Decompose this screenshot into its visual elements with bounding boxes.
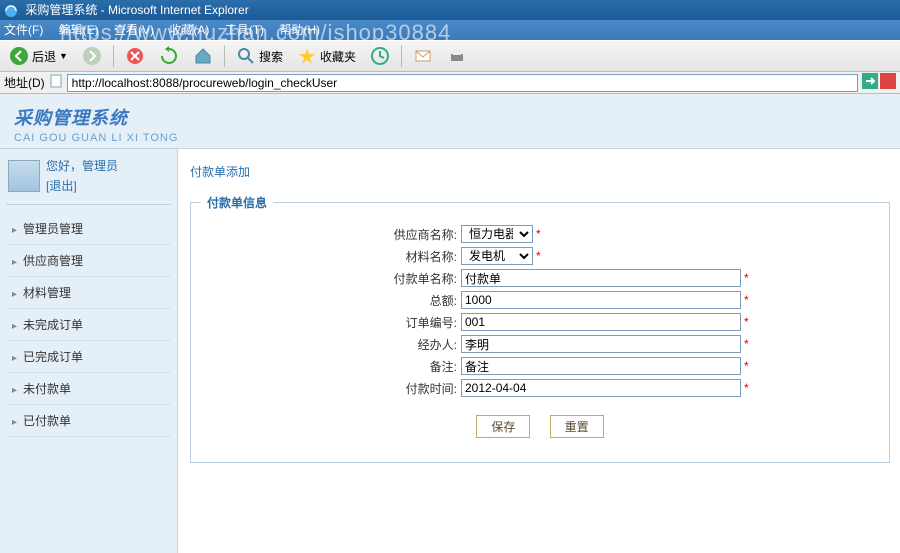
remark-label: 备注:: [201, 358, 461, 375]
reset-button[interactable]: 重置: [550, 415, 604, 438]
required-star: *: [536, 249, 541, 263]
sidebar-item-pending-orders[interactable]: 未完成订单: [6, 309, 171, 341]
address-input[interactable]: [67, 74, 858, 92]
chevron-down-icon: ▼: [59, 51, 68, 61]
menu-favorites[interactable]: 收藏(A): [169, 23, 209, 37]
sidebar-item-unpaid[interactable]: 未付款单: [6, 373, 171, 405]
toolbar: 后退 ▼ 搜索 收藏夹: [0, 40, 900, 72]
print-button[interactable]: [442, 43, 472, 69]
logout-link[interactable]: [退出]: [46, 177, 118, 194]
sidebar-item-done-orders[interactable]: 已完成订单: [6, 341, 171, 373]
supplier-select[interactable]: 恒力电器: [461, 225, 533, 243]
app-title-en: CAI GOU GUAN LI XI TONG: [14, 132, 886, 144]
search-button[interactable]: 搜索: [231, 43, 288, 69]
required-star: *: [744, 293, 749, 307]
required-star: *: [744, 337, 749, 351]
sidebar: 您好，管理员 [退出] 管理员管理 供应商管理 材料管理 未完成订单 已完成订单…: [0, 149, 178, 553]
menu-help[interactable]: 帮助(H): [279, 23, 320, 37]
paytime-input[interactable]: [461, 379, 741, 397]
separator: [401, 45, 402, 67]
handler-label: 经办人:: [201, 336, 461, 353]
refresh-button[interactable]: [154, 43, 184, 69]
page: 采购管理系统 CAI GOU GUAN LI XI TONG 您好，管理员 [退…: [0, 94, 900, 553]
mail-button[interactable]: [408, 43, 438, 69]
back-button[interactable]: 后退 ▼: [4, 43, 73, 69]
home-icon: [193, 46, 213, 66]
form-fieldset: 付款单信息 供应商名称: 恒力电器 * 材料名称: 发电机 * 付款单名称: *: [190, 194, 890, 463]
material-label: 材料名称:: [201, 248, 461, 265]
app-header: 采购管理系统 CAI GOU GUAN LI XI TONG: [0, 94, 900, 149]
star-icon: [297, 46, 317, 66]
billname-input[interactable]: [461, 269, 741, 287]
required-star: *: [744, 381, 749, 395]
search-icon: [236, 46, 256, 66]
back-label: 后退: [32, 48, 56, 65]
window-titlebar: 采购管理系统 - Microsoft Internet Explorer: [0, 0, 900, 20]
app-title-zh: 采购管理系统: [14, 104, 886, 130]
history-icon: [370, 46, 390, 66]
content: 付款单添加 付款单信息 供应商名称: 恒力电器 * 材料名称: 发电机 * 付款…: [178, 149, 900, 553]
avatar: [8, 160, 40, 192]
refresh-icon: [159, 46, 179, 66]
supplier-label: 供应商名称:: [201, 226, 461, 243]
forward-button[interactable]: [77, 43, 107, 69]
favorites-button[interactable]: 收藏夹: [292, 43, 361, 69]
sidebar-item-material[interactable]: 材料管理: [6, 277, 171, 309]
sidebar-item-supplier[interactable]: 供应商管理: [6, 245, 171, 277]
sidebar-item-admin[interactable]: 管理员管理: [6, 213, 171, 245]
form-legend: 付款单信息: [201, 194, 273, 211]
menu-view[interactable]: 查看(V): [114, 23, 154, 37]
favorites-label: 收藏夹: [320, 48, 356, 65]
paytime-label: 付款时间:: [201, 380, 461, 397]
mail-icon: [413, 46, 433, 66]
required-star: *: [744, 271, 749, 285]
address-label: 地址(D): [4, 74, 45, 91]
home-button[interactable]: [188, 43, 218, 69]
separator: [113, 45, 114, 67]
forward-arrow-icon: [82, 46, 102, 66]
required-star: *: [744, 359, 749, 373]
menu-tools[interactable]: 工具(T): [225, 23, 264, 37]
window-title: 采购管理系统 - Microsoft Internet Explorer: [25, 3, 248, 17]
links-icon[interactable]: [880, 73, 896, 92]
menu-edit[interactable]: 编辑(E): [59, 23, 99, 37]
user-greeting: 您好，管理员: [46, 157, 118, 174]
billname-label: 付款单名称:: [201, 270, 461, 287]
sidebar-item-paid[interactable]: 已付款单: [6, 405, 171, 437]
orderno-label: 订单编号:: [201, 314, 461, 331]
go-button[interactable]: [862, 73, 878, 92]
menubar: 文件(F) 编辑(E) 查看(V) 收藏(A) 工具(T) 帮助(H): [0, 20, 900, 40]
search-label: 搜索: [259, 48, 283, 65]
total-input[interactable]: [461, 291, 741, 309]
print-icon: [447, 46, 467, 66]
breadcrumb: 付款单添加: [190, 163, 890, 180]
required-star: *: [536, 227, 541, 241]
stop-button[interactable]: [120, 43, 150, 69]
ie-icon: [4, 4, 18, 18]
button-row: 保存 重置: [201, 415, 879, 438]
save-button[interactable]: 保存: [476, 415, 530, 438]
remark-input[interactable]: [461, 357, 741, 375]
user-box: 您好，管理员 [退出]: [6, 155, 171, 205]
address-bar: 地址(D): [0, 72, 900, 94]
required-star: *: [744, 315, 749, 329]
orderno-input[interactable]: [461, 313, 741, 331]
handler-input[interactable]: [461, 335, 741, 353]
separator: [224, 45, 225, 67]
back-arrow-icon: [9, 46, 29, 66]
total-label: 总额:: [201, 292, 461, 309]
history-button[interactable]: [365, 43, 395, 69]
material-select[interactable]: 发电机: [461, 247, 533, 265]
page-icon: [49, 74, 63, 91]
menu-file[interactable]: 文件(F): [4, 23, 43, 37]
stop-icon: [125, 46, 145, 66]
